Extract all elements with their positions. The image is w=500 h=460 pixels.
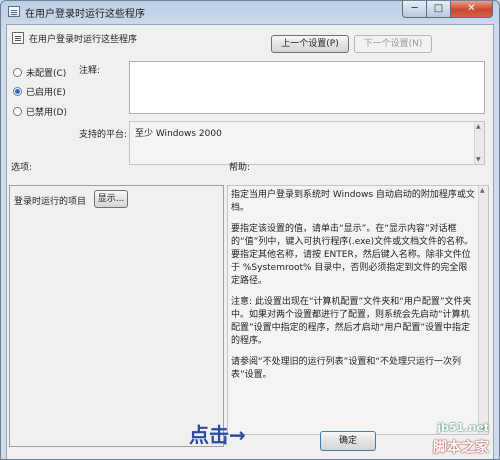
policy-name: 在用户登录时运行这些程序 [29, 35, 138, 45]
help-panel: 指定当用户登录到系统时 Windows 自动启动的附加程序或文档。 要指定该设置… [227, 185, 489, 435]
logon-items-label: 登录时运行的项目 [14, 197, 87, 207]
platform-scrollbar[interactable] [474, 122, 484, 164]
title-bar[interactable]: 在用户登录时运行这些程序 ─ □ ✕ [1, 1, 499, 23]
next-setting-button[interactable]: 下一个设置(N) [354, 35, 432, 53]
radio-enabled-label: 已启用(E) [26, 88, 66, 98]
help-paragraph: 要指定该设置的值，请单击“显示”。在“显示内容”对话框的“值”列中，键入可执行程… [231, 224, 474, 286]
show-button[interactable]: 显示... [94, 190, 128, 208]
policy-setting-icon [12, 32, 24, 44]
radio-enabled[interactable]: 已启用(E) [13, 85, 66, 98]
click-annotation: 点击→ [189, 423, 246, 447]
minimize-button[interactable]: ─ [402, 1, 427, 18]
dialog-body: 在用户登录时运行这些程序 上一个设置(P) 下一个设置(N) 未配置(C) 已启… [6, 24, 494, 459]
policy-dialog-window: 在用户登录时运行这些程序 ─ □ ✕ 在用户登录时运行这些程序 上一个设置(P)… [0, 0, 500, 460]
radio-enabled-control[interactable] [13, 87, 22, 96]
maximize-button[interactable]: □ [427, 1, 451, 18]
help-paragraph: 请参阅“不处理旧的运行列表”设置和“不处理只运行一次列表”设置。 [231, 357, 461, 380]
ok-button[interactable]: 确定 [320, 431, 376, 451]
help-label: 帮助: [229, 163, 251, 173]
watermark-site: jb51.net [437, 421, 489, 434]
options-panel: 登录时运行的项目 显示... [9, 185, 224, 447]
options-label: 选项: [11, 163, 33, 173]
close-button[interactable]: ✕ [451, 1, 493, 18]
comment-textarea[interactable] [129, 61, 485, 114]
radio-not-configured[interactable]: 未配置(C) [13, 66, 66, 79]
supported-platform-label: 支持的平台: [79, 130, 128, 140]
policy-icon [8, 6, 20, 17]
help-paragraph: 指定当用户登录到系统时 Windows 自动启动的附加程序或文档。 [231, 190, 475, 213]
help-scrollbar[interactable] [478, 186, 488, 434]
supported-platform-box: 至少 Windows 2000 [129, 121, 485, 165]
help-paragraph: 注意: 此设置出现在“计算机配置”文件夹和“用户配置”文件夹中。如果对两个设置都… [231, 297, 472, 346]
watermark-name: 脚本之家 [433, 440, 489, 456]
comment-label: 注释: [79, 66, 101, 76]
caption-buttons: ─ □ ✕ [402, 1, 493, 18]
radio-disabled-label: 已禁用(D) [26, 108, 67, 118]
radio-not-configured-control[interactable] [13, 68, 22, 77]
radio-disabled[interactable]: 已禁用(D) [13, 105, 67, 118]
window-title: 在用户登录时运行这些程序 [25, 9, 145, 20]
radio-not-configured-label: 未配置(C) [26, 69, 67, 79]
prev-setting-button[interactable]: 上一个设置(P) [271, 35, 349, 53]
radio-disabled-control[interactable] [13, 107, 22, 116]
supported-platform-value: 至少 Windows 2000 [135, 129, 222, 139]
